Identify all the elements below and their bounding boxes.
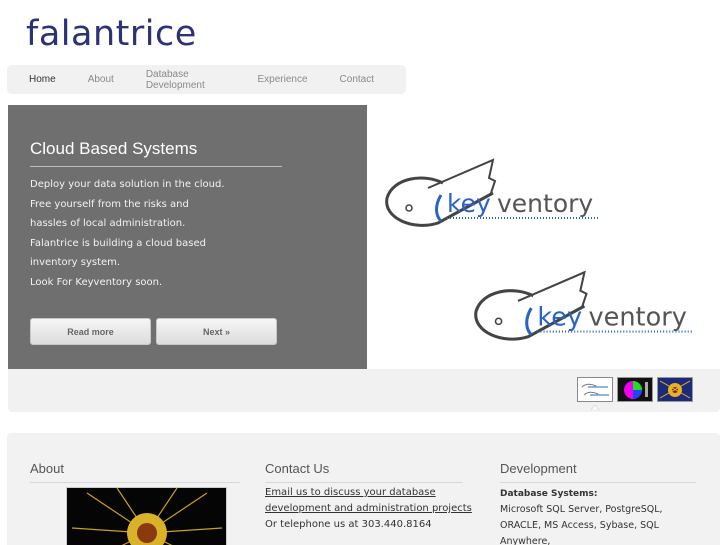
slide-line: inventory system. [30,257,121,269]
slide-title: Cloud Based Systems [30,139,198,158]
contact-divider [265,482,463,483]
keyventory-logo-key: key [447,189,491,218]
contact-heading: Contact Us [265,461,330,476]
next-button[interactable]: Next » [156,318,277,345]
database-systems-label: Database Systems: [500,489,598,499]
slide-line: Look For Keyventory soon. [30,276,163,288]
footer: About Contact Us Email us to discuss you… [7,433,720,545]
about-heading: About [30,461,64,476]
site-logo[interactable]: falantrice [26,14,197,54]
keyventory-logo-large: key ventory [474,270,692,341]
slide-text: Deploy your data solution in the cloud. … [30,175,224,293]
about-divider [30,482,240,483]
database-systems-list: Microsoft SQL Server, PostgreSQL, ORACLE… [500,504,663,545]
nav-about[interactable]: About [88,74,114,85]
keyventory-logo-large-key: key [537,302,582,332]
contact-email-link[interactable]: Email us to discuss your database develo… [265,487,472,514]
keyventory-logo-large-ventory: ventory [589,302,687,332]
keyventory-logo: key ventory [385,158,598,227]
thumbnail-keyventory[interactable] [577,377,613,402]
slide-divider [30,166,282,167]
development-divider [500,482,696,483]
contact-phone: Or telephone us at 303.440.8164 [265,519,432,530]
slide-line: Falantrice is building a cloud based [30,237,206,249]
feature-slider: Cloud Based Systems Deploy your data sol… [8,105,720,412]
slide-line: hassles of local administration. [30,218,186,230]
about-image [66,487,227,545]
thumbnail-fractal[interactable] [657,377,693,402]
development-heading: Development [500,461,577,476]
nav-home[interactable]: Home [29,74,56,85]
nav-contact[interactable]: Contact [340,74,374,85]
thumbnail-chart[interactable] [617,377,653,402]
nav-experience[interactable]: Experience [258,74,308,85]
development-text: Database Systems: Microsoft SQL Server, … [500,486,700,545]
slide-line: Deploy your data solution in the cloud. [30,179,225,190]
slide-line: Free yourself from the risks and [30,198,189,210]
read-more-button[interactable]: Read more [30,318,151,345]
slide-caption-panel: Cloud Based Systems Deploy your data sol… [8,105,367,369]
slider-thumbnails [8,369,720,412]
main-nav: Home About Database Development Experien… [7,65,406,94]
contact-text: Email us to discuss your database develo… [265,485,475,533]
nav-database-development[interactable]: Database Development [146,69,226,91]
active-thumb-indicator-icon [591,405,599,410]
keyventory-logo-ventory: ventory [497,189,593,218]
